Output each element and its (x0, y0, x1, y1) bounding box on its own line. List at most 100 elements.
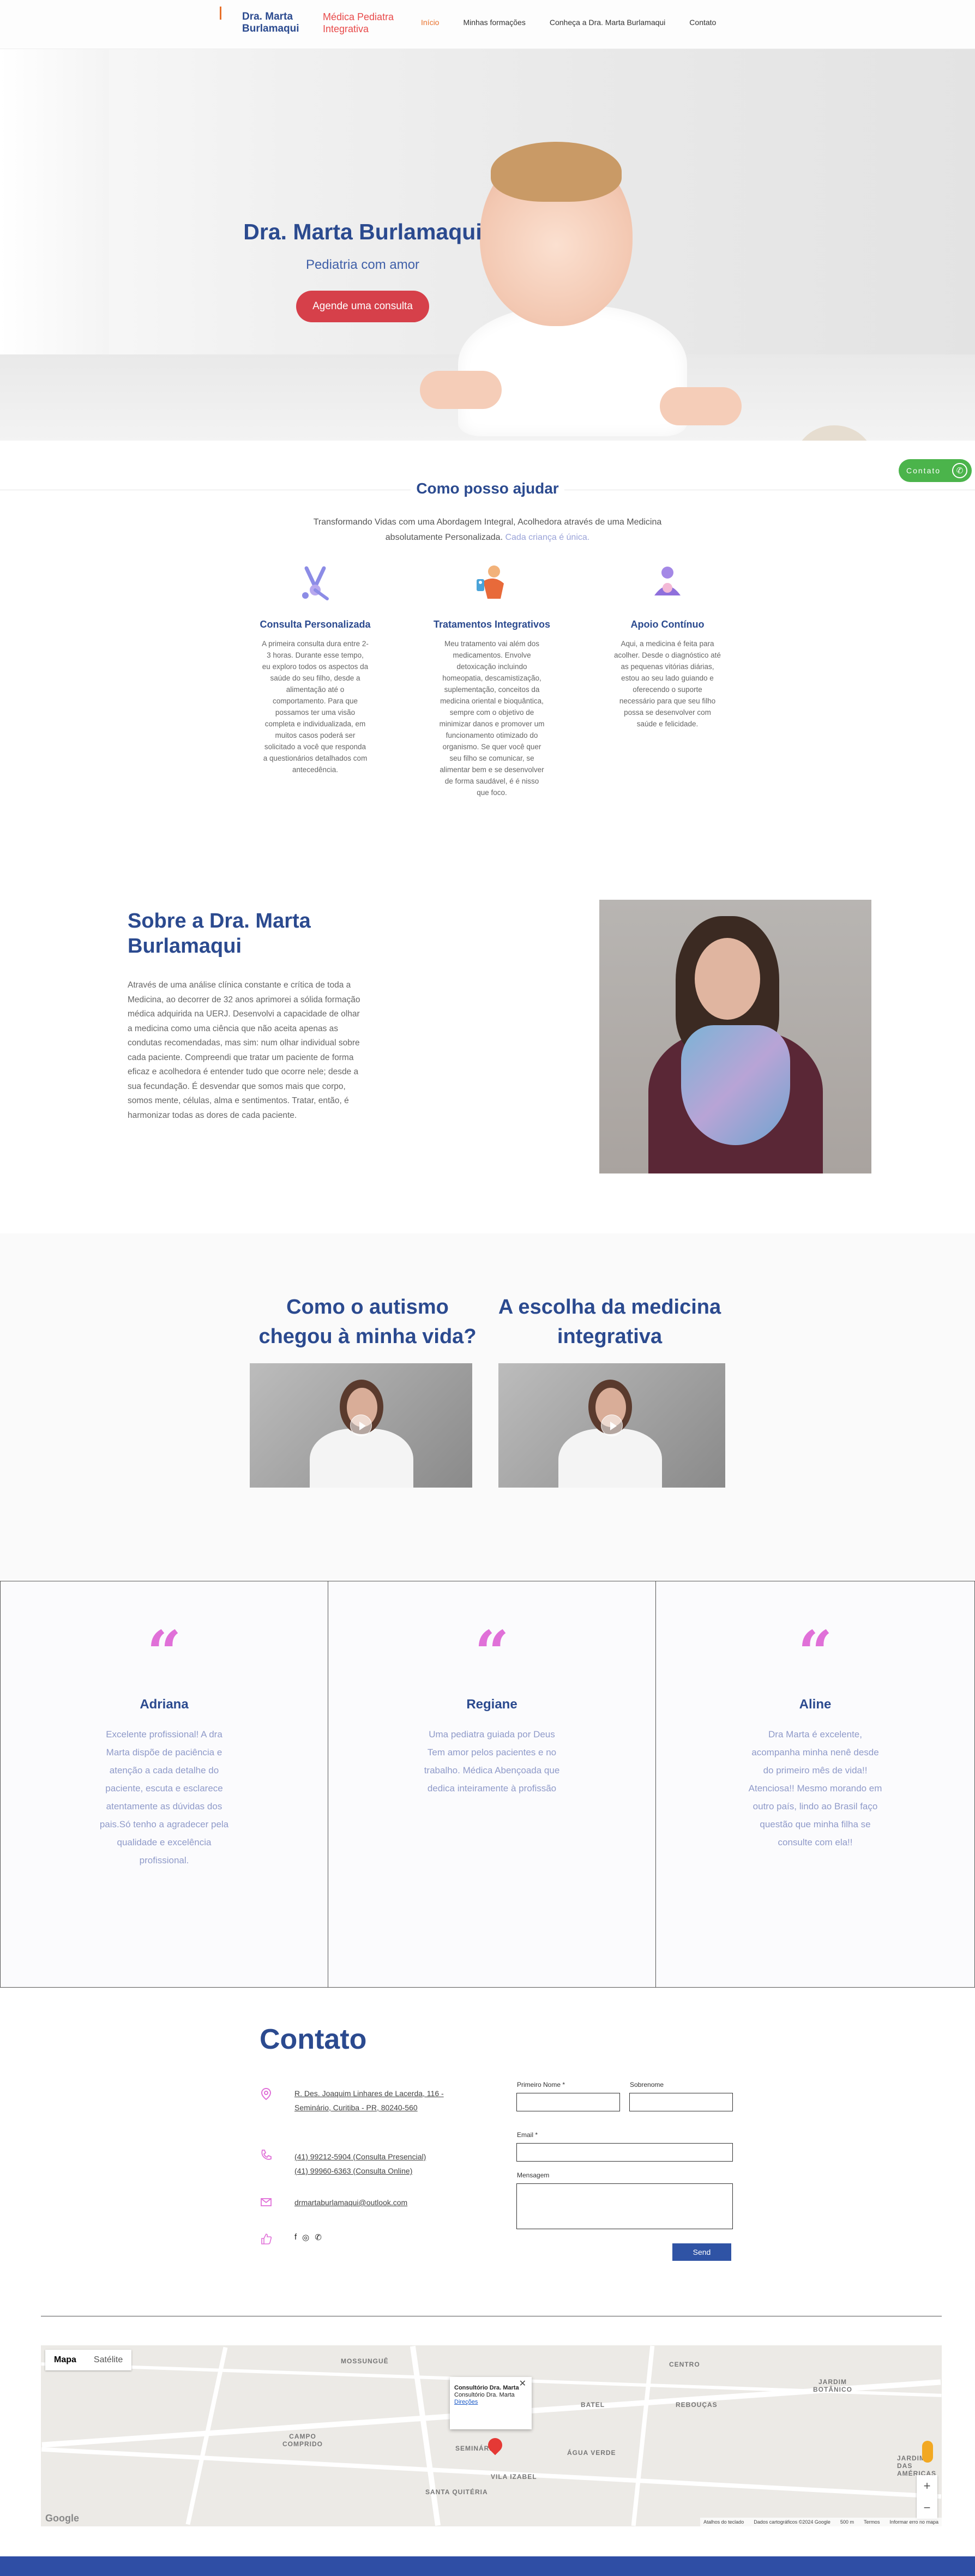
map-label: BATEL (581, 2401, 605, 2409)
card-title: Consulta Personalizada (260, 619, 371, 630)
map-road (410, 2345, 441, 2526)
testimonial-name: Regiane (466, 1697, 517, 1712)
schedule-button[interactable]: Agende uma consulta (296, 291, 429, 322)
card-text: Aqui, a medicina é feita para acolher. D… (614, 640, 721, 728)
baby-arm (660, 387, 742, 425)
email-link[interactable]: drmartaburlamaqui@outlook.com (294, 2195, 407, 2210)
last-name-label: Sobrenome (630, 2081, 664, 2089)
zoom-controls: + − (917, 2475, 937, 2519)
directions-link[interactable]: Direções (454, 2399, 527, 2406)
google-logo: Google (45, 2513, 79, 2524)
testimonial-text: Uma pediatra guiada por Deus Tem amor pe… (424, 1729, 560, 1793)
satellite-tab[interactable]: Satélite (85, 2350, 131, 2370)
service-card: Consulta Personalizada A primeira consul… (255, 562, 375, 775)
map-tab[interactable]: Mapa (45, 2350, 85, 2370)
baby-hair (491, 142, 622, 202)
brand-name[interactable]: Dra. Marta Burlamaqui (242, 11, 313, 35)
testimonial-card: “ Regiane Uma pediatra guiada por Deus T… (328, 1581, 656, 1988)
hero-subtitle: Pediatria com amor (305, 257, 420, 272)
map-footer: Atalhos do teclado Dados cartográficos ©… (700, 2518, 942, 2526)
map-footer-item: 500 m (840, 2519, 854, 2525)
map-footer-item[interactable]: Termos (864, 2519, 880, 2525)
map-footer-item[interactable]: Informar erro no mapa (889, 2519, 938, 2525)
stethoscope-icon (302, 566, 329, 600)
map-label: ÁGUA VERDE (567, 2449, 616, 2457)
doctor-scarf (681, 1025, 790, 1145)
map-label: JARDIM BOTÂNICO (813, 2378, 852, 2393)
site-header: Dra. Marta Burlamaqui Médica Pediatra In… (0, 0, 975, 49)
quote-icon: “ (147, 1617, 182, 1688)
message-label: Mensagem (517, 2171, 550, 2179)
doctor-face (695, 938, 760, 1020)
email-icon (260, 2195, 273, 2208)
child-medicine-icon (477, 565, 504, 599)
nav-item-inicio[interactable]: Início (421, 18, 439, 27)
map-label: MOSSUNGUÊ (341, 2357, 389, 2365)
send-button[interactable]: Send (672, 2243, 731, 2261)
map-label: CAMPO COMPRIDO (282, 2433, 323, 2448)
first-name-label: Primeiro Nome * (517, 2081, 565, 2089)
about-title: Sobre a Dra. Marta Burlamaqui (128, 910, 311, 958)
help-intro-highlight: Cada criança é única. (505, 533, 590, 542)
whatsapp-icon: ✆ (952, 463, 967, 478)
footer-bar (0, 2556, 975, 2576)
brand-tagline: Médica Pediatra Integrativa (323, 11, 394, 34)
card-text: Meu tratamento vai além dos medicamentos… (439, 640, 545, 797)
play-icon[interactable] (350, 1415, 372, 1436)
street-view-icon[interactable] (922, 2441, 933, 2463)
nav-item-contato[interactable]: Contato (689, 18, 716, 27)
about-text: Através de uma análise clínica constante… (128, 980, 360, 1120)
support-hug-icon (654, 567, 681, 595)
map-footer-item[interactable]: Atalhos do teclado (703, 2519, 744, 2525)
phone-icon (260, 2148, 273, 2162)
map-road (631, 2345, 655, 2526)
zoom-out-icon[interactable]: − (924, 2501, 931, 2515)
phone-online[interactable]: (41) 99960-6363 (Consulta Online) (294, 2164, 412, 2178)
zoom-in-icon[interactable]: + (924, 2479, 931, 2493)
google-map[interactable]: Mapa Satélite MOSSUNGUÊ CENTRO JARDIM BO… (41, 2345, 942, 2526)
doctor-photo (599, 900, 871, 1173)
whatsapp-contact-button[interactable]: Contato ✆ (899, 459, 972, 482)
quote-icon: “ (474, 1617, 509, 1688)
testimonial-card: “ Adriana Excelente profissional! A dra … (0, 1581, 328, 1988)
facebook-icon[interactable]: f (294, 2232, 297, 2242)
video-title: A escolha da medicina integrativa (498, 1296, 721, 1348)
address-line-1[interactable]: R. Des. Joaquim Linhares de Lacerda, 116… (294, 2086, 444, 2100)
email-label: Email * (517, 2131, 538, 2139)
baby-arm (420, 371, 502, 409)
video-section (0, 1233, 975, 1580)
contact-title: Contato (260, 2024, 367, 2055)
video-player[interactable] (498, 1363, 725, 1488)
nav-item-conheca[interactable]: Conheça a Dra. Marta Burlamaqui (550, 18, 665, 27)
first-name-field[interactable] (516, 2093, 620, 2111)
main-nav: Início Minhas formações Conheça a Dra. M… (421, 18, 740, 27)
email-field[interactable] (516, 2143, 733, 2162)
message-field[interactable] (516, 2183, 733, 2229)
help-section-title: Como posso ajudar (0, 480, 975, 497)
map-type-tabs: Mapa Satélite (45, 2350, 132, 2370)
close-icon[interactable]: ✕ (519, 2380, 526, 2388)
whatsapp-small-icon[interactable]: ✆ (315, 2232, 322, 2242)
last-name-field[interactable] (629, 2093, 733, 2111)
play-icon[interactable] (601, 1415, 623, 1436)
social-links: f ◎ ✆ (294, 2232, 322, 2242)
testimonial-text: Dra Marta é excelente, acompanha minha n… (748, 1729, 882, 1847)
address-line-2[interactable]: Seminário, Curitiba - PR, 80240-560 (294, 2100, 418, 2115)
hero-title: Dra. Marta Burlamaqui (243, 219, 482, 244)
testimonial-name: Adriana (140, 1697, 189, 1712)
phone-presencial[interactable]: (41) 99212-5904 (Consulta Presencial) (294, 2150, 426, 2164)
service-card: Tratamentos Integrativos Meu tratamento … (432, 562, 552, 798)
testimonial-text: Excelente profissional! A dra Marta disp… (99, 1729, 229, 1865)
baby-body (458, 305, 687, 436)
popup-title: Consultório Dra. Marta (454, 2385, 519, 2391)
map-label: VILA IZABEL (491, 2473, 537, 2481)
service-card: Apoio Contínuo Aqui, a medicina é feita … (607, 562, 727, 730)
nav-item-formacoes[interactable]: Minhas formações (463, 18, 525, 27)
video-person-coat (558, 1429, 662, 1488)
testimonial-card: “ Aline Dra Marta é excelente, acompanha… (655, 1581, 975, 1988)
instagram-icon[interactable]: ◎ (302, 2232, 309, 2242)
video-title: Como o autismo chegou à minha vida? (258, 1296, 477, 1348)
video-player[interactable] (250, 1363, 472, 1488)
card-title: Apoio Contínuo (630, 619, 705, 630)
card-text: A primeira consulta dura entre 2-3 horas… (262, 640, 369, 774)
